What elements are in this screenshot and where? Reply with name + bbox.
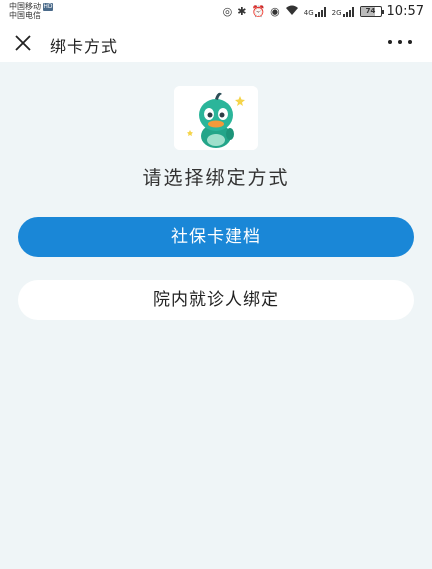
carrier-2: 中国电信 [9, 11, 41, 20]
carrier-info: 中国移动 HD 中国电信 [9, 2, 53, 20]
nfc-icon: ◎ [222, 5, 233, 18]
close-icon[interactable] [14, 34, 32, 52]
clock: 10:57 [386, 4, 424, 19]
social-security-card-label: 社保卡建档 [171, 227, 261, 247]
battery-level: 74 [365, 7, 376, 15]
mascot-logo [174, 86, 258, 150]
alarm-icon: ⏰ [251, 5, 266, 18]
social-security-card-button[interactable]: 社保卡建档 [18, 217, 414, 257]
status-bar: 中国移动 HD 中国电信 ◎ ✱ ⏰ ◉ 4G 2G 74 10:57 [0, 0, 432, 24]
status-icons: ◎ ✱ ⏰ ◉ 4G 2G 74 10:57 [223, 4, 424, 19]
battery-icon: 74 [359, 6, 384, 17]
select-prompt: 请选择绑定方式 [142, 167, 290, 189]
page-title: 绑卡方式 [50, 37, 119, 56]
more-icon[interactable] [388, 40, 412, 46]
signal-2g-icon: 2G [331, 6, 355, 17]
signal-4g-label: 4G [303, 8, 314, 17]
hd-icon: HD [43, 2, 53, 11]
carrier-1: 中国移动 [9, 2, 41, 11]
hospital-patient-bind-label: 院内就诊人绑定 [153, 290, 279, 310]
signal-4g-icon: 4G [303, 6, 327, 17]
signal-2g-label: 2G [331, 8, 342, 17]
wifi-icon [285, 5, 299, 19]
hospital-patient-bind-button[interactable]: 院内就诊人绑定 [18, 280, 414, 320]
eye-icon: ◉ [270, 5, 280, 18]
nav-bar: 绑卡方式 [0, 24, 432, 62]
bluetooth-icon: ✱ [237, 5, 247, 18]
